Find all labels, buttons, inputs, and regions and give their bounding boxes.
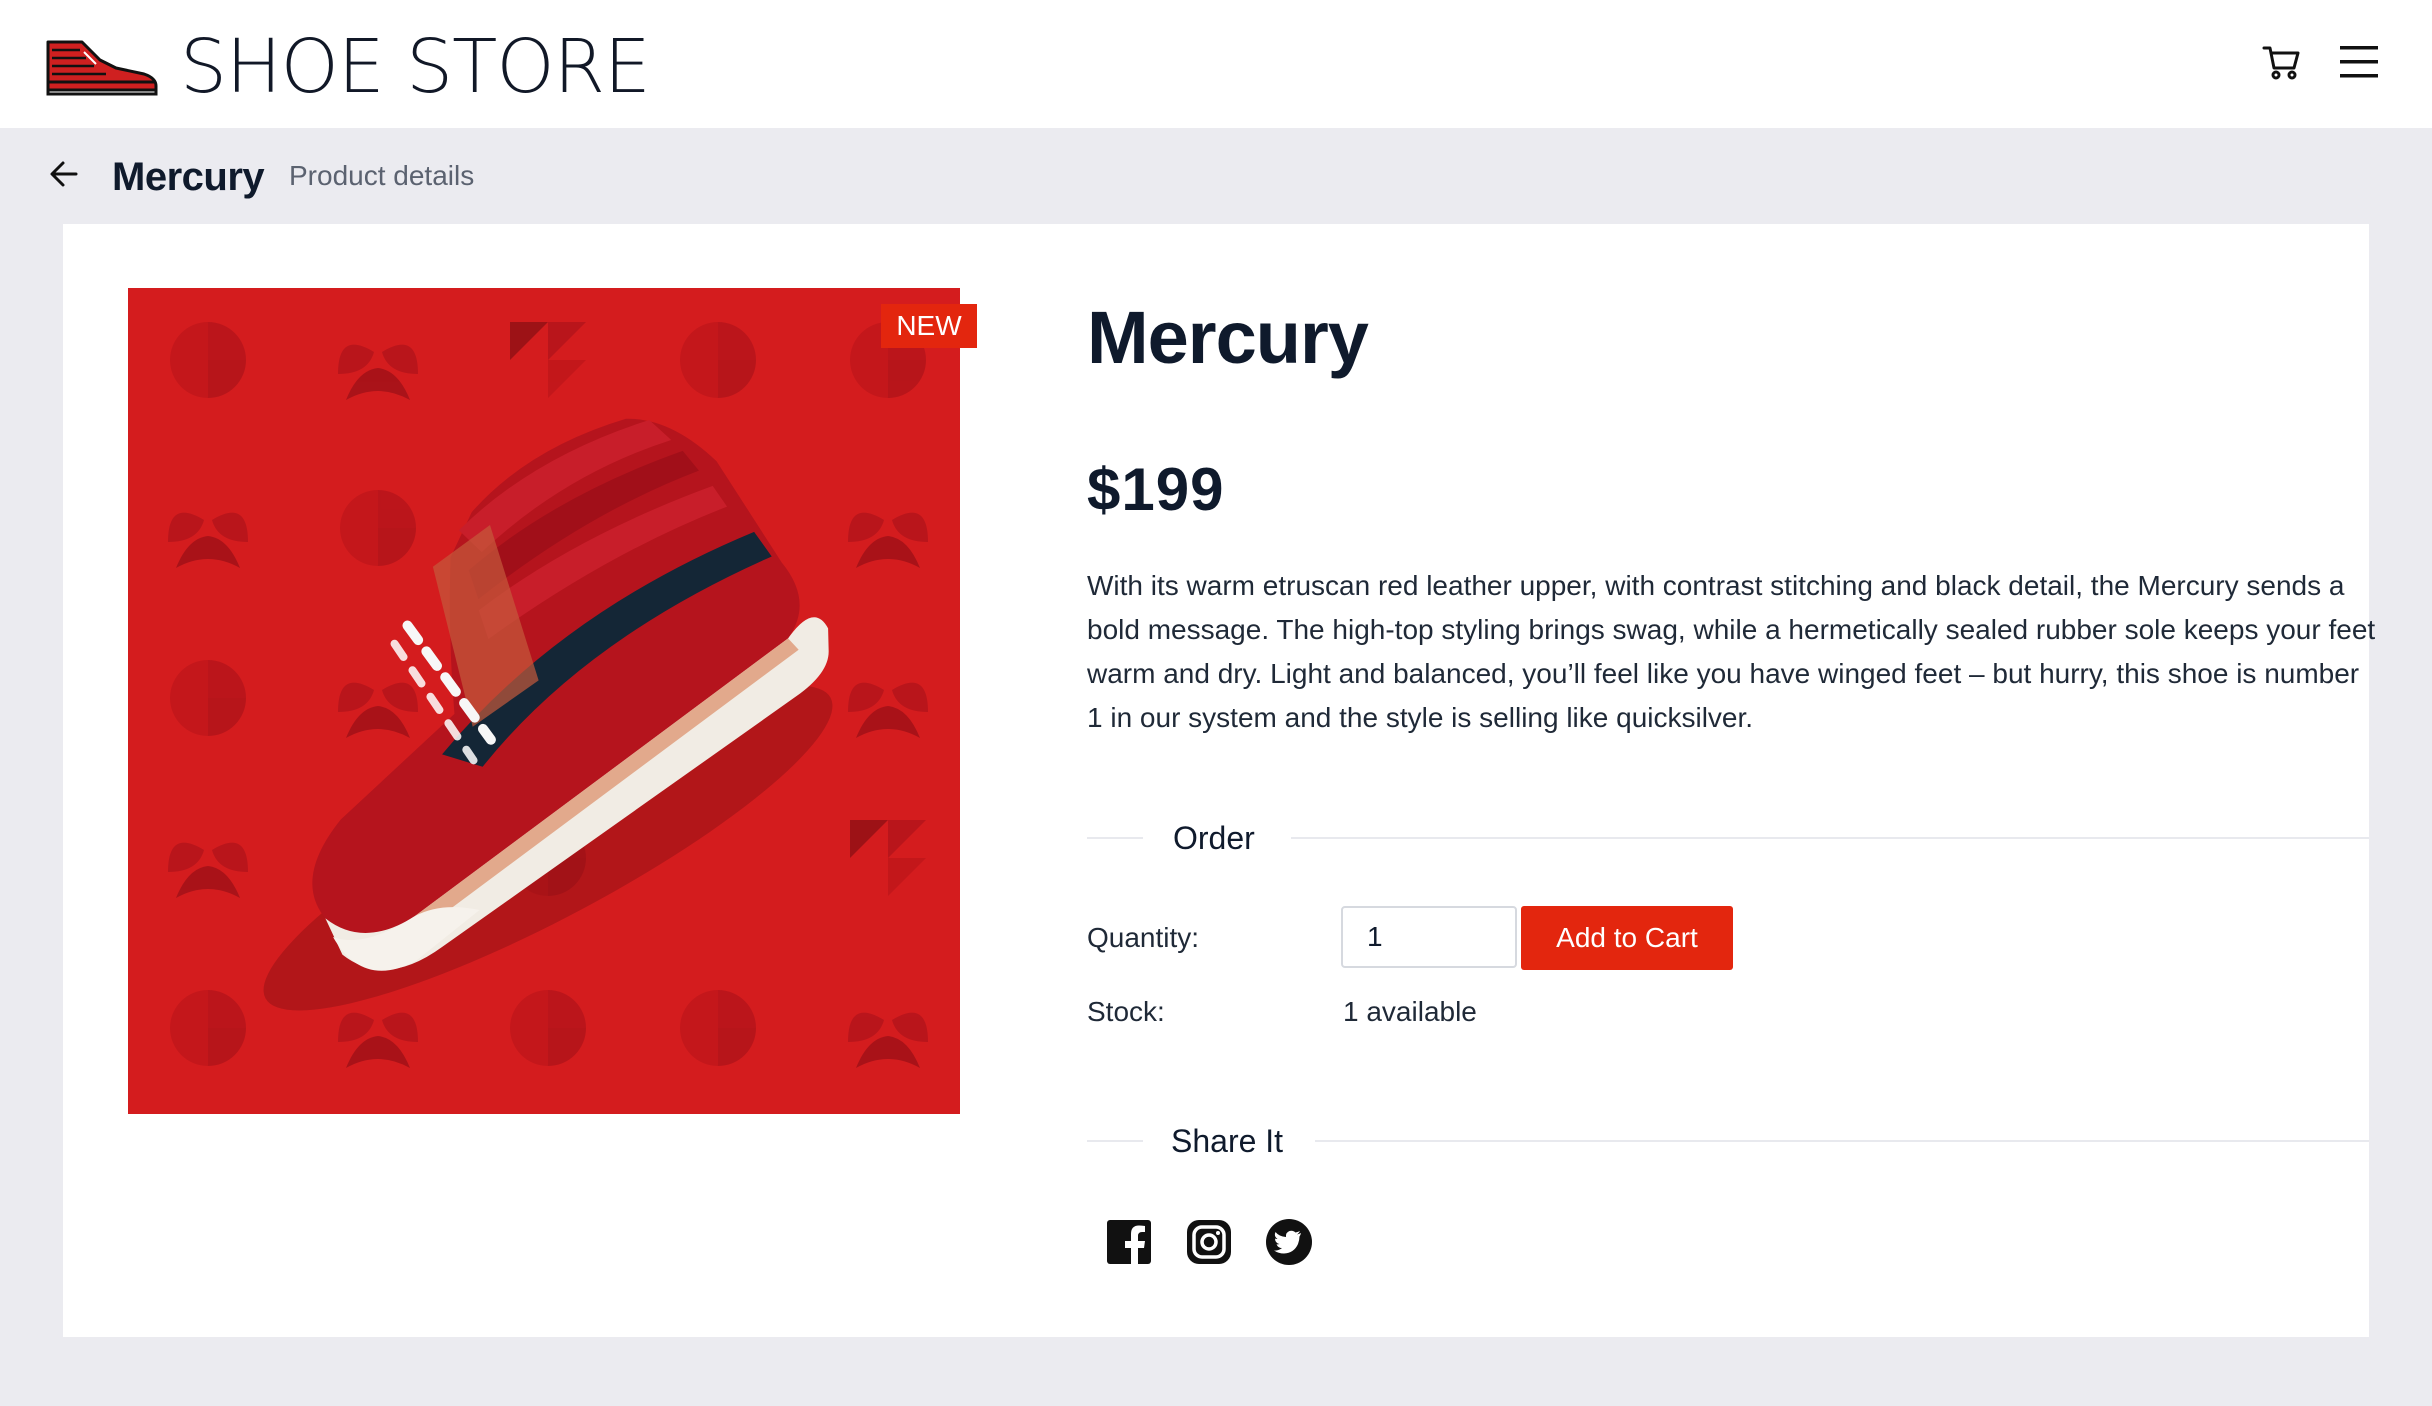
quantity-input[interactable]: [1341, 906, 1517, 968]
add-to-cart-button[interactable]: Add to Cart: [1521, 906, 1733, 970]
cart-icon[interactable]: [2262, 42, 2302, 82]
product-price: $199: [1087, 456, 1225, 523]
product-description: With its warm etruscan red leather upper…: [1087, 570, 2376, 733]
facebook-icon[interactable]: [1105, 1218, 1153, 1266]
instagram-icon[interactable]: [1185, 1218, 1233, 1266]
share-divider-left: [1087, 1140, 1143, 1142]
quantity-label: Quantity:: [1087, 922, 1200, 953]
page-subtitle: Product details: [289, 160, 475, 191]
twitter-icon[interactable]: [1265, 1218, 1313, 1266]
top-bar: SHOE STORE: [0, 0, 2432, 128]
share-heading: Share It: [1171, 1123, 1284, 1159]
order-heading: Order: [1173, 820, 1255, 856]
hamburger-menu-icon[interactable]: [2340, 44, 2378, 80]
stock-label: Stock:: [1087, 996, 1165, 1027]
share-divider-right: [1315, 1140, 2369, 1142]
product-card: NEW Mercury $199 With its warm etruscan …: [63, 224, 2375, 1337]
product-photo: [128, 288, 960, 1114]
arrow-left-icon[interactable]: [48, 158, 80, 190]
sneaker-logo-icon[interactable]: [44, 38, 160, 96]
order-divider-left: [1087, 837, 1143, 839]
app-window: SHOE STORE Mercury Product details NEW M…: [0, 0, 2432, 1406]
page-title: Mercury: [112, 155, 265, 199]
brand-name[interactable]: SHOE STORE: [180, 22, 651, 112]
order-divider-right: [1291, 837, 2369, 839]
product-image-carousel[interactable]: [128, 288, 960, 1114]
stock-value: 1 available: [1343, 996, 1477, 1027]
new-badge: NEW: [881, 304, 977, 348]
product-name: Mercury: [1087, 296, 1369, 379]
